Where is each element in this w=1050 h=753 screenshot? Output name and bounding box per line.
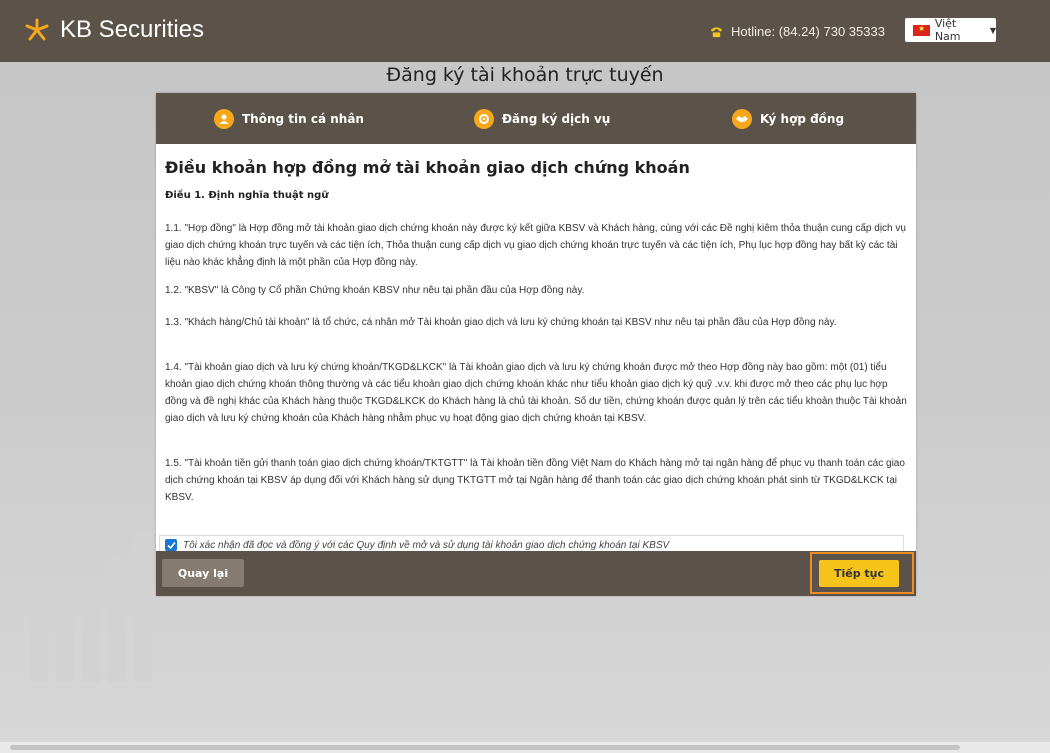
- step-label: Thông tin cá nhân: [242, 112, 364, 126]
- confirm-label: Tôi xác nhận đã đọc và đồng ý với các Qu…: [183, 539, 670, 551]
- user-icon: [214, 109, 234, 129]
- language-select[interactable]: Việt Nam ▼: [905, 17, 996, 43]
- dialog-footer: Quay lại Tiếp tục: [156, 551, 916, 596]
- brand-name: KB Securities: [60, 16, 205, 43]
- hotline: Hotline: (84.24) 730 35333: [710, 24, 885, 39]
- next-button[interactable]: Tiếp tục: [819, 560, 899, 587]
- step-personal-info: Thông tin cá nhân: [214, 109, 364, 129]
- brand-logo[interactable]: KB Securities: [22, 16, 204, 44]
- language-label: Việt Nam: [934, 17, 961, 43]
- service-icon: [474, 109, 494, 129]
- step-sign-contract: Ký hợp đồng: [732, 109, 844, 129]
- terms-title: Điều khoản hợp đồng mở tài khoản giao dị…: [165, 158, 690, 177]
- handshake-icon: [732, 109, 752, 129]
- kb-star-icon: [25, 18, 49, 41]
- confirm-checkbox[interactable]: [165, 539, 177, 551]
- terms-content[interactable]: Điều khoản hợp đồng mở tài khoản giao dị…: [156, 144, 916, 551]
- step-service: Đăng ký dịch vụ: [474, 109, 610, 129]
- step-indicator: Thông tin cá nhân Đăng ký dịch vụ Ký hợp…: [156, 93, 916, 144]
- step-label: Đăng ký dịch vụ: [502, 112, 611, 126]
- back-button[interactable]: Quay lại: [162, 559, 244, 587]
- terms-paragraph: 1.2. "KBSV" là Công ty Cổ phần Chứng kho…: [165, 285, 585, 296]
- terms-paragraph: 1.4. "Tài khoản giao dịch và lưu ký chứn…: [165, 362, 907, 424]
- confirm-checkbox-row[interactable]: Tôi xác nhận đã đọc và đồng ý với các Qu…: [159, 535, 904, 551]
- vietnam-flag-icon: [913, 24, 930, 36]
- page-title: Đăng ký tài khoản trực tuyến: [386, 64, 664, 86]
- terms-paragraph: 1.3. "Khách hàng/Chủ tài khoản" là tổ ch…: [165, 317, 837, 328]
- terms-paragraph: 1.1. "Hợp đồng" là Hợp đồng mở tài khoản…: [165, 223, 906, 268]
- terms-paragraph: 1.5. "Tài khoản tiền gửi thanh toán giao…: [165, 458, 905, 503]
- scrollbar-thumb[interactable]: [10, 745, 960, 750]
- article-heading: Điều 1. Định nghĩa thuật ngữ: [165, 190, 329, 201]
- phone-icon: [710, 27, 723, 38]
- top-bar: KB Securities Hotline: (84.24) 730 35333…: [0, 0, 1050, 62]
- registration-dialog: Thông tin cá nhân Đăng ký dịch vụ Ký hợp…: [156, 93, 916, 596]
- caret-down-icon: ▼: [989, 25, 996, 35]
- step-label: Ký hợp đồng: [760, 112, 845, 126]
- hotline-text: Hotline: (84.24) 730 35333: [731, 24, 885, 39]
- horizontal-scrollbar[interactable]: [0, 742, 1050, 753]
